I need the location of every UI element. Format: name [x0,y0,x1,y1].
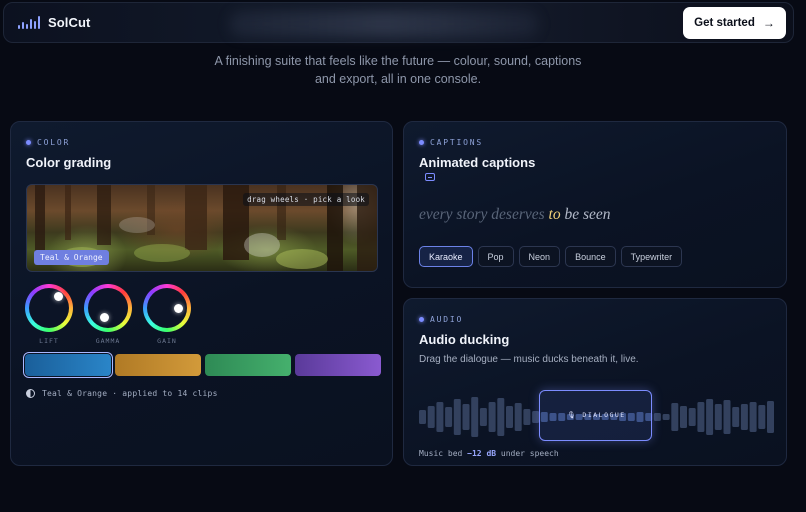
look-swatches [23,352,381,378]
dialogue-clip-handle[interactable]: 🎙 DIALOGUE [539,390,652,441]
style-chip-typewriter[interactable]: Typewriter [620,246,683,267]
waveform-bar [427,406,435,428]
get-started-button[interactable]: Get started → [683,7,786,39]
dialogue-label: 🎙 DIALOGUE [567,411,626,419]
look-swatch-teal[interactable] [23,352,113,378]
lift-knob[interactable] [54,292,63,301]
applied-look-status: Teal & Orange · applied to 14 clips [26,389,218,398]
waveform-bar [758,405,766,429]
caption-before: every story deserves [419,206,549,223]
lift-label: LIFT [39,337,59,345]
waveform-bar [453,399,461,435]
waveform-bar [749,402,757,432]
applied-look-suffix: · applied to 14 clips [112,389,218,398]
waveform-bar [462,404,470,430]
captions-eyebrow-label: CAPTIONS [430,138,483,147]
gamma-knob[interactable] [100,313,109,322]
brand-logo[interactable]: SolCut [18,15,90,30]
waveform-bar [436,402,444,432]
ducking-db-value: −12 dB [467,449,497,458]
waveform-bar [653,413,661,421]
gamma-label: GAMMA [95,337,121,345]
waveform-bar [514,403,522,431]
ducking-status: Music bed −12 dB under speech [419,449,559,458]
audio-eyebrow: AUDIO [419,315,463,324]
waveform-bar [723,400,731,434]
audio-ducking-card: AUDIO Audio ducking Drag the dialogue — … [403,298,787,466]
preview-hint: drag wheels · pick a look [243,193,369,206]
waveform-bar [479,408,487,426]
contrast-icon [26,389,35,398]
gamma-wheel[interactable] [84,284,132,332]
waveform-bar [706,399,714,435]
gain-knob[interactable] [174,304,183,313]
color-eyebrow: COLOR [26,138,70,147]
waveform-bar [506,406,513,428]
style-chip-neon[interactable]: Neon [518,246,561,267]
look-swatch-purple[interactable] [295,354,381,376]
tagline-line-2: and export, all in one console. [314,72,482,86]
color-wheels: LIFT GAMMA GAIN [25,284,191,345]
look-badge: Teal & Orange [34,250,109,265]
audio-description: Drag the dialogue — music ducks beneath … [419,354,639,365]
captions-card-title: Animated captions [419,155,536,170]
waveform-bar [688,408,696,426]
lift-wheel-group: LIFT [25,284,73,345]
lift-wheel[interactable] [25,284,73,332]
waveform-bar [471,397,479,437]
forest-preview-image[interactable]: drag wheels · pick a look Teal & Orange [26,184,378,272]
tagline-line-1: A finishing suite that feels like the fu… [214,54,582,68]
waveform-bar [671,403,679,431]
waveform-bar [697,402,705,432]
waveform-logo-icon [18,16,40,29]
waveform-bar [714,404,722,430]
hero-tagline: A finishing suite that feels like the fu… [0,52,796,88]
color-eyebrow-label: COLOR [37,138,71,147]
style-chip-bounce[interactable]: Bounce [565,246,616,267]
captions-eyebrow: CAPTIONS [419,138,483,147]
waveform-bar [662,414,670,420]
waveform-bar [767,401,774,433]
style-chip-pop[interactable]: Pop [477,246,514,267]
arrow-right-icon: → [762,16,775,30]
waveform-bar [419,410,426,424]
style-chip-karaoke[interactable]: Karaoke [419,246,473,267]
color-grading-card: COLOR Color grading drag wheels · pick a… [10,121,393,466]
waveform-bar [680,406,687,428]
audio-eyebrow-label: AUDIO [430,315,464,324]
caption-highlight-word: to [548,206,561,223]
waveform-bar [740,404,748,430]
caption-icon [425,173,435,181]
ducking-prefix: Music bed [419,449,468,458]
applied-look-name: Teal & Orange [42,389,108,398]
waveform-bar [497,398,505,436]
captions-card: CAPTIONS Animated captions every story d… [403,121,787,288]
look-swatch-green[interactable] [205,354,291,376]
ducking-suffix: under speech [496,449,559,458]
eyebrow-dot-icon [26,140,31,145]
gain-wheel-group: GAIN [143,284,191,345]
audio-card-title: Audio ducking [419,332,510,347]
waveform-bar [488,402,496,432]
eyebrow-dot-icon [419,317,424,322]
caption-style-chips: Karaoke Pop Neon Bounce Typewriter [419,246,683,267]
gain-label: GAIN [157,337,177,345]
get-started-label: Get started [694,17,755,29]
top-nav: SolCut Get started → [3,2,794,43]
waveform-bar [732,407,740,427]
caption-after: be seen [560,206,611,223]
color-card-title: Color grading [26,155,112,170]
eyebrow-dot-icon [419,140,424,145]
waveform-bar [523,409,531,425]
waveform-bar [445,407,453,427]
gain-wheel[interactable] [143,284,191,332]
brand-name: SolCut [48,15,91,30]
gamma-wheel-group: GAMMA [84,284,132,345]
nav-links-blurred [229,11,539,37]
caption-preview-line: every story deserves to be seen [419,206,611,224]
look-swatch-orange[interactable] [115,354,201,376]
